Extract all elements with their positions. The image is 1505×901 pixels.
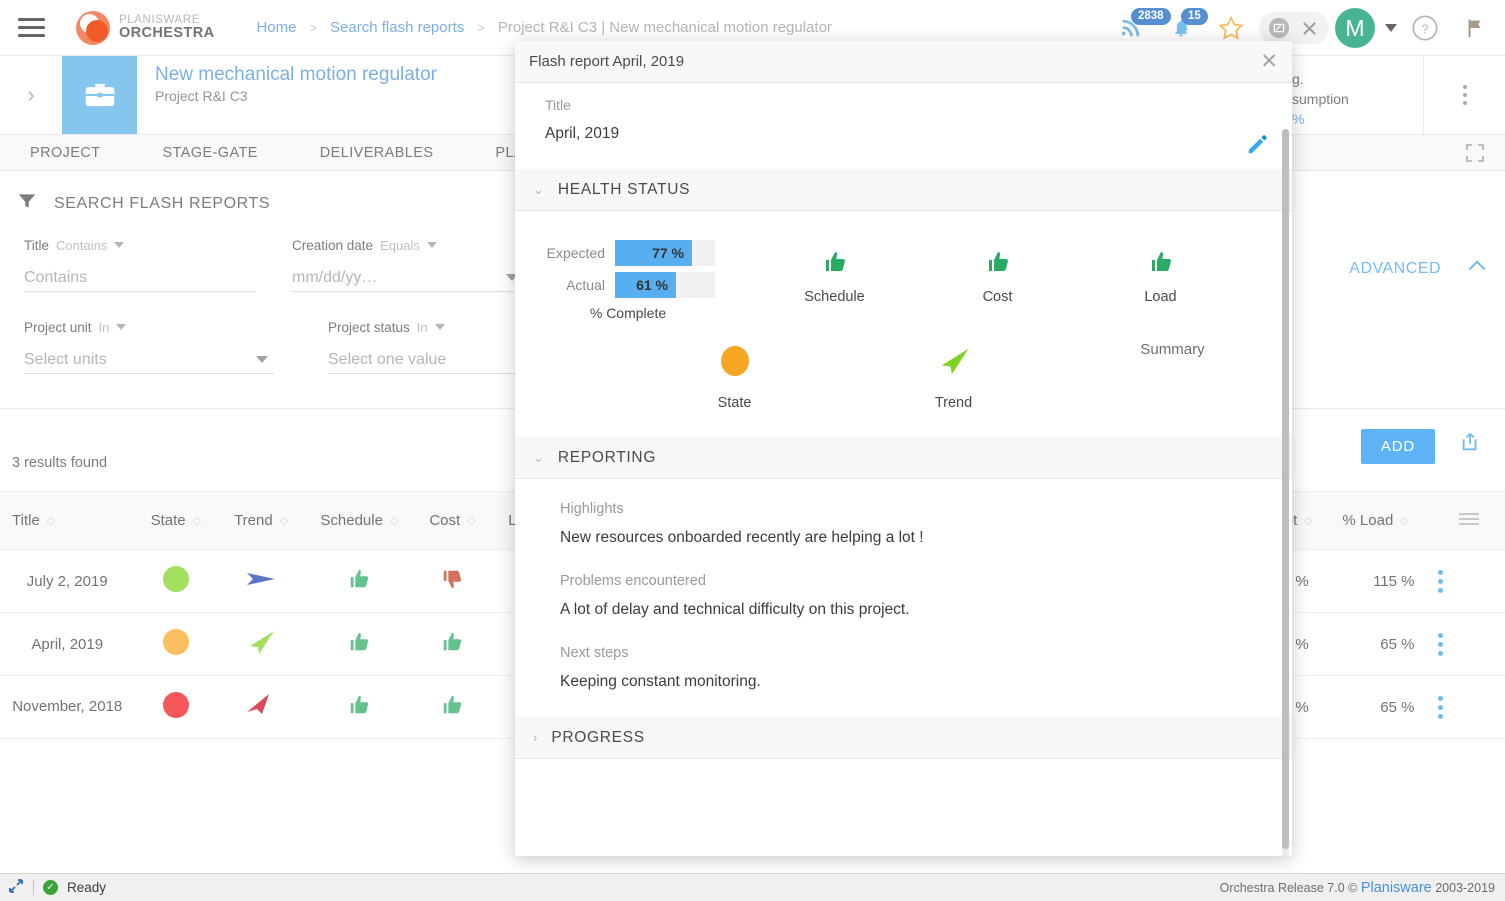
actual-bar-track: 61 % bbox=[615, 272, 715, 298]
highlights-value: New resources onboarded recently are hel… bbox=[560, 529, 924, 546]
complete-chart: Expected 77 % Actual 61 % % Complete bbox=[533, 239, 753, 321]
reporting-problems: Problems encountered A lot of delay and … bbox=[560, 573, 1262, 619]
thumbs-up-icon bbox=[753, 239, 916, 285]
arrow-up-right-icon bbox=[844, 337, 1063, 385]
kpi-trend: Trend bbox=[844, 337, 1063, 411]
title-field-value: April, 2019 bbox=[545, 125, 620, 142]
resize-icon[interactable] bbox=[8, 878, 24, 897]
status-divider bbox=[33, 880, 34, 895]
edit-pencil-icon[interactable] bbox=[1246, 133, 1268, 160]
dialog-title: Flash report April, 2019 bbox=[529, 53, 685, 70]
status-copyright: Orchestra Release 7.0 © Planisware 2003-… bbox=[1220, 880, 1495, 896]
reporting-highlights: Highlights New resources onboarded recen… bbox=[560, 501, 1262, 547]
actual-bar-row: Actual 61 % bbox=[533, 271, 753, 299]
next-steps-value: Keeping constant monitoring. bbox=[560, 673, 761, 690]
expected-value: 77 % bbox=[652, 245, 684, 261]
state-circle-icon bbox=[625, 337, 844, 385]
complete-caption: % Complete bbox=[589, 305, 667, 321]
copyright-brand: Planisware bbox=[1360, 879, 1432, 896]
expected-label: Expected bbox=[546, 245, 605, 261]
dialog-scrollbar[interactable] bbox=[1282, 129, 1289, 856]
dialog-body: Title April, 2019 ⌄ HEALTH STATUS Expect… bbox=[515, 83, 1292, 856]
kpi-load-label: Load bbox=[1144, 289, 1177, 305]
chevron-down-icon[interactable]: ⌄ bbox=[533, 450, 544, 466]
actual-bar-fill: 61 % bbox=[615, 272, 676, 298]
section-reporting-label: REPORTING bbox=[557, 448, 657, 466]
close-icon[interactable]: ✕ bbox=[1260, 51, 1278, 72]
copyright-pre: Orchestra Release 7.0 © bbox=[1219, 880, 1361, 895]
health-status-content: Expected 77 % Actual 61 % % Complete Sch… bbox=[515, 211, 1292, 321]
kpi-cost: Cost bbox=[916, 239, 1079, 321]
section-reporting[interactable]: ⌄ REPORTING bbox=[515, 437, 1292, 479]
kpi-trend-label: Trend bbox=[934, 395, 973, 411]
scrollbar-thumb[interactable] bbox=[1282, 129, 1289, 849]
expected-bar-fill: 77 % bbox=[615, 240, 692, 266]
section-progress[interactable]: › PROGRESS bbox=[515, 717, 1292, 759]
next-steps-label: Next steps bbox=[560, 645, 629, 661]
thumbs-up-icon bbox=[916, 239, 1079, 285]
thumbs-up-icon bbox=[1079, 239, 1242, 285]
summary-label: Summary bbox=[1140, 341, 1205, 358]
kpi-cost-label: Cost bbox=[982, 289, 1013, 305]
chevron-down-icon[interactable]: ⌄ bbox=[533, 182, 544, 198]
health-status-content-row2: State Trend Summary bbox=[515, 321, 1292, 411]
section-progress-label: PROGRESS bbox=[551, 728, 645, 746]
kpi-summary: Summary bbox=[1063, 337, 1282, 411]
section-health-status[interactable]: ⌄ HEALTH STATUS bbox=[515, 169, 1292, 211]
kpi-state-label: State bbox=[717, 395, 752, 411]
dialog-header: Flash report April, 2019 ✕ bbox=[515, 41, 1292, 83]
kpi-load: Load bbox=[1079, 239, 1242, 321]
dialog-title-field: Title April, 2019 bbox=[515, 83, 1292, 143]
status-left: ✓ Ready bbox=[0, 878, 106, 897]
status-ready-label: Ready bbox=[67, 880, 107, 895]
chevron-right-icon[interactable]: › bbox=[533, 730, 537, 745]
title-field-label: Title bbox=[545, 97, 571, 113]
flash-report-dialog: Flash report April, 2019 ✕ Title April, … bbox=[515, 41, 1292, 856]
actual-value: 61 % bbox=[636, 277, 668, 293]
section-health-status-label: HEALTH STATUS bbox=[557, 180, 691, 198]
problems-value: A lot of delay and technical difficulty … bbox=[560, 601, 910, 618]
highlights-label: Highlights bbox=[560, 501, 624, 517]
expected-bar-track: 77 % bbox=[615, 240, 715, 266]
kpi-schedule: Schedule bbox=[753, 239, 916, 321]
copyright-post: 2003-2019 bbox=[1431, 880, 1495, 895]
problems-label: Problems encountered bbox=[560, 573, 706, 589]
expected-bar-row: Expected 77 % bbox=[533, 239, 753, 267]
status-bar: ✓ Ready Orchestra Release 7.0 © Planiswa… bbox=[0, 873, 1505, 901]
kpi-schedule-label: Schedule bbox=[804, 289, 865, 305]
actual-label: Actual bbox=[566, 277, 605, 293]
reporting-content: Highlights New resources onboarded recen… bbox=[515, 479, 1292, 691]
ready-check-icon: ✓ bbox=[43, 880, 58, 895]
reporting-next-steps: Next steps Keeping constant monitoring. bbox=[560, 645, 1262, 691]
kpi-state: State bbox=[625, 337, 844, 411]
